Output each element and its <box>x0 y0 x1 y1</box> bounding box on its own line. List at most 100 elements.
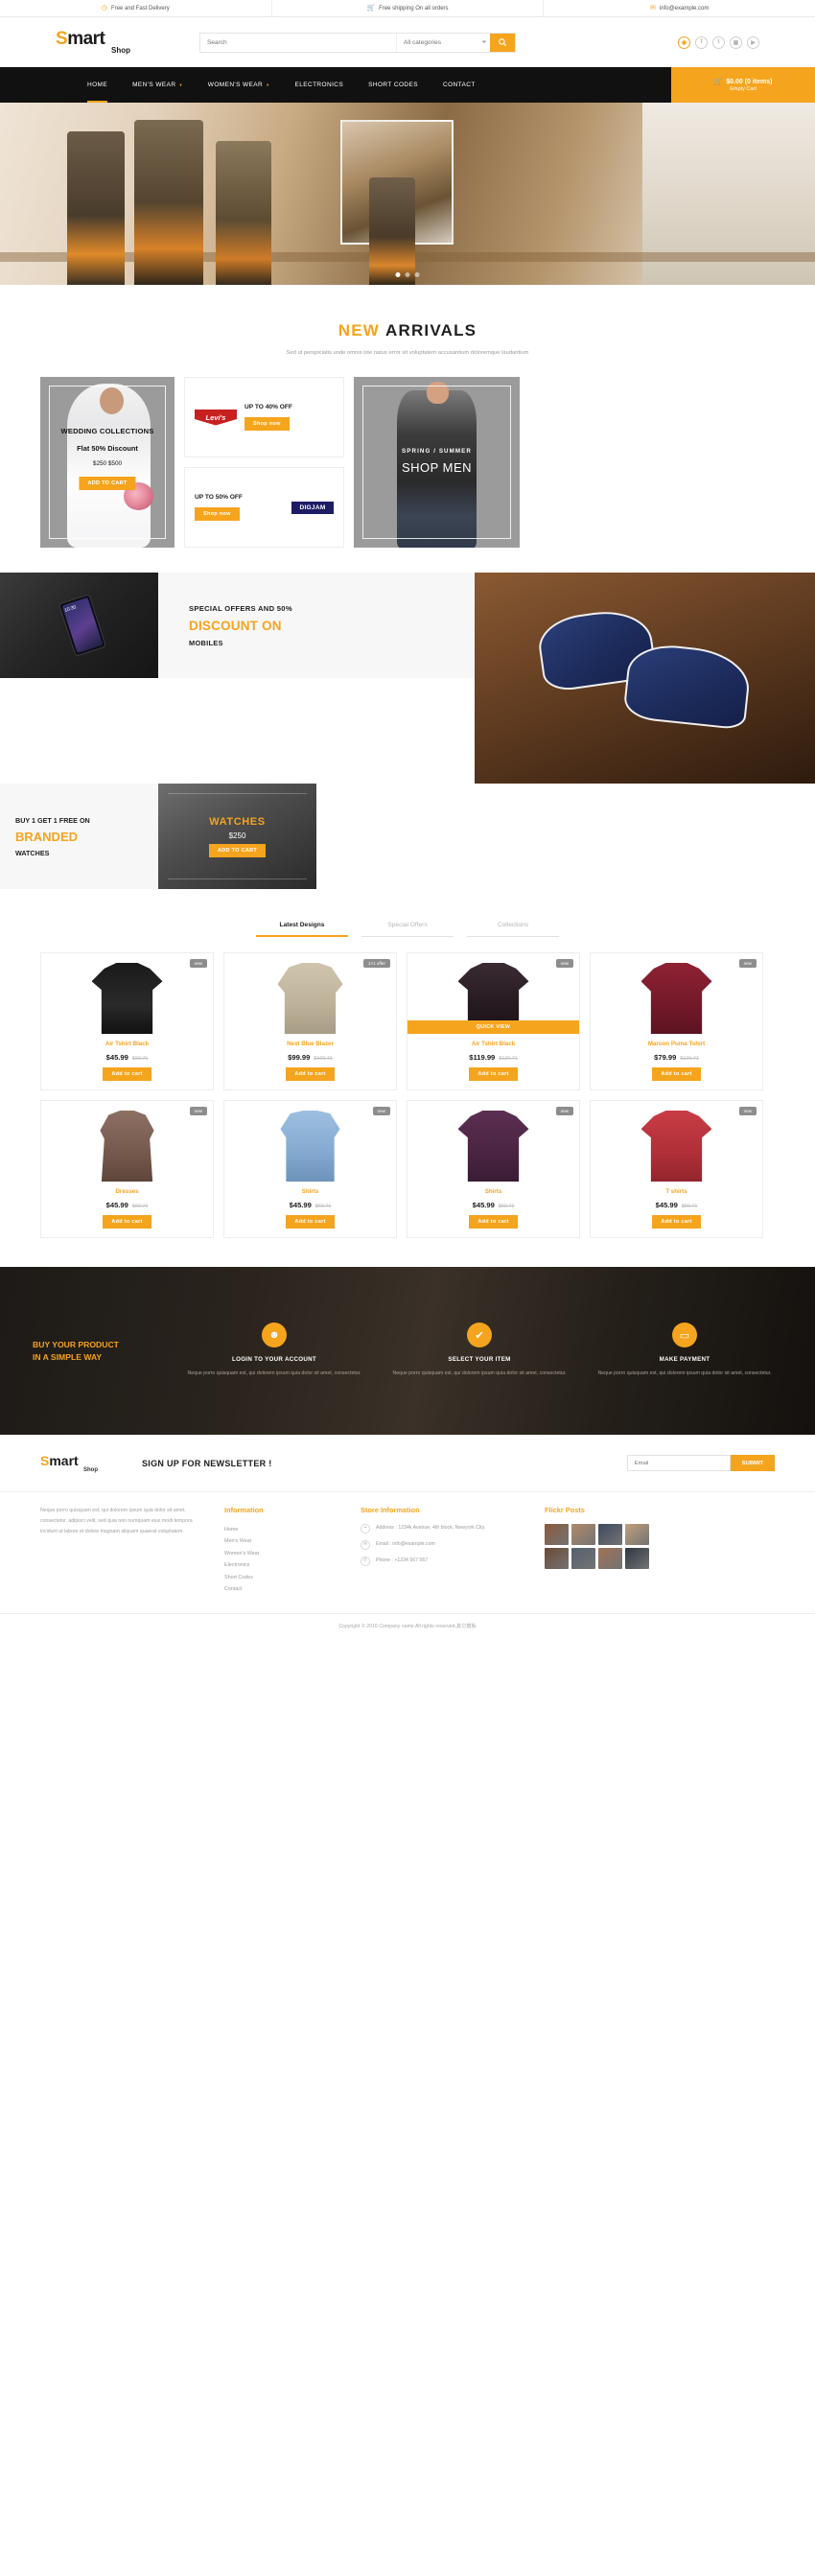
footer-link[interactable]: Men's Wear <box>224 1535 339 1547</box>
newsletter-submit-button[interactable]: SUBMIT <box>730 1455 775 1471</box>
tab-special-offers[interactable]: Special Offers <box>361 922 454 937</box>
branded-watches-offer-cell[interactable]: BUY 1 GET 1 FREE ON BRANDED WATCHES <box>0 784 158 889</box>
nav-item-womens-wear[interactable]: WOMEN'S WEAR ▼ <box>196 67 283 103</box>
flickr-thumbnail[interactable] <box>545 1548 569 1569</box>
product-old-price: $69.71 <box>681 1204 698 1209</box>
add-to-cart-button[interactable]: Add to cart <box>286 1067 335 1081</box>
user-icon[interactable]: ◉ <box>678 35 690 49</box>
flickr-thumbnail[interactable] <box>545 1524 569 1545</box>
product-card[interactable]: 1×1 offer Next Blue Blazer $99.99 $109.71 Ad… <box>223 952 397 1090</box>
nav-item-short-codes[interactable]: SHORT CODES <box>356 67 431 103</box>
newsletter-email-input[interactable] <box>626 1455 731 1471</box>
product-card[interactable]: new Air Tshirt Black $45.99 $69.71 Add to ca… <box>40 952 214 1090</box>
product-info: Dresses $45.99 $69.71 Add to cart <box>41 1182 213 1237</box>
hero-slider[interactable] <box>0 103 815 285</box>
topbar-delivery-label: Free and Fast Delivery <box>111 5 170 12</box>
add-to-cart-button[interactable]: Add to cart <box>286 1215 335 1229</box>
newsletter-bar: Smart Shop SIGN UP FOR NEWSLETTER ! SUBM… <box>0 1435 815 1492</box>
product-image: new <box>41 1101 213 1182</box>
product-thumbnail <box>457 1111 529 1182</box>
product-name[interactable]: Maroon Puma Tshirt <box>591 1041 762 1047</box>
nav-item-electronics[interactable]: ELECTRONICS <box>282 67 356 103</box>
footer-link[interactable]: Home <box>224 1524 339 1535</box>
product-price: $45.99 $69.71 <box>105 1053 149 1062</box>
search-button[interactable] <box>490 33 515 52</box>
add-to-cart-button[interactable]: Add to cart <box>469 1067 518 1081</box>
product-card[interactable]: new Dresses $45.99 $69.71 Add to cart <box>40 1100 214 1238</box>
footer-phone-text: Phone : +1234 567 567 <box>376 1557 429 1563</box>
tab-collections[interactable]: Collections <box>467 922 559 937</box>
product-old-price: $69.71 <box>131 1056 149 1062</box>
nav-item-mens-wear[interactable]: MEN'S WEAR ▼ <box>120 67 196 103</box>
facebook-icon[interactable]: f <box>695 35 708 49</box>
footer-link[interactable]: Women's Wear <box>224 1548 339 1559</box>
nav-label-womens-wear: WOMEN'S WEAR <box>207 82 264 88</box>
footer-flickr-heading: Flickr Posts <box>545 1506 585 1514</box>
add-to-cart-button[interactable]: Add to cart <box>652 1215 701 1229</box>
flickr-thumbnail[interactable] <box>598 1548 622 1569</box>
product-name[interactable]: Next Blue Blazer <box>224 1041 396 1047</box>
hero-dot[interactable] <box>414 272 420 277</box>
tab-latest-designs[interactable]: Latest Designs <box>256 922 348 937</box>
footer-link[interactable]: Contact <box>224 1583 339 1595</box>
hero-dot[interactable] <box>395 272 401 277</box>
promo-card-shop-men[interactable]: SPRING / SUMMER SHOP MEN <box>354 377 520 548</box>
services-heading: BUY YOUR PRODUCT IN A SIMPLE WAY <box>33 1339 176 1364</box>
product-card[interactable]: new Shirts $45.99 $69.71 Add to cart <box>223 1100 397 1238</box>
site-header: Smart Shop All categories ▾▾ ◉ f t ▣ ▶ <box>0 17 815 67</box>
shoe-image <box>622 641 753 731</box>
hero-slider-dots[interactable] <box>395 272 420 277</box>
promo-card-wedding[interactable]: WEDDING COLLECTIONS Flat 50% Discount $2… <box>40 377 175 548</box>
product-name[interactable]: Air Tshirt Black <box>408 1041 579 1047</box>
product-info: Maroon Puma Tshirt $79.99 $120.71 Add to ca… <box>591 1034 762 1089</box>
flickr-thumbnail[interactable] <box>625 1524 649 1545</box>
product-name[interactable]: T shirts <box>591 1188 762 1195</box>
levis-shop-now-button[interactable]: Shop now <box>244 417 290 432</box>
quick-view-button[interactable]: QUICK VIEW <box>408 1020 579 1034</box>
hero-mannequin <box>216 141 271 285</box>
flickr-thumbnail[interactable] <box>571 1548 595 1569</box>
product-card[interactable]: new Shirts $45.99 $69.71 Add to cart <box>407 1100 580 1238</box>
instagram-icon[interactable]: ▣ <box>730 35 742 49</box>
twitter-icon[interactable]: t <box>712 35 725 49</box>
digjam-shop-now-button[interactable]: Shop now <box>195 507 240 522</box>
watches-add-to-cart-button[interactable]: ADD TO CART <box>208 843 267 857</box>
nav-label-mens-wear: MEN'S WEAR <box>132 82 176 88</box>
add-to-cart-button[interactable]: Add to cart <box>469 1215 518 1229</box>
product-card[interactable]: new Maroon Puma Tshirt $79.99 $120.71 Add to… <box>590 952 763 1090</box>
product-image: new <box>591 1101 762 1182</box>
clock-icon: ◷ <box>101 5 108 12</box>
product-name[interactable]: Dresses <box>41 1188 213 1195</box>
watches-promo-cell[interactable]: WATCHES $250 ADD TO CART <box>158 784 316 889</box>
product-badge: new <box>555 1107 573 1115</box>
mobile-offer-cell[interactable]: SPECIAL OFFERS AND 50% DISCOUNT ON MOBIL… <box>158 573 475 678</box>
product-name[interactable]: Air Tshirt Black <box>41 1041 213 1047</box>
footer-link[interactable]: Short Codes <box>224 1572 339 1583</box>
add-to-cart-button[interactable]: Add to cart <box>652 1067 701 1081</box>
promo-card-levis[interactable]: Levi's UP TO 40% OFF Shop now <box>184 377 344 457</box>
search-category-select[interactable]: All categories ▾▾ <box>396 33 490 52</box>
flickr-thumbnail[interactable] <box>598 1524 622 1545</box>
cart-widget[interactable]: 🛒 $0.00 (0 items) Empty Cart <box>671 67 815 103</box>
flickr-thumbnail[interactable] <box>625 1548 649 1569</box>
newsletter-title: SIGN UP FOR NEWSLETTER ! <box>142 1458 272 1468</box>
product-name[interactable]: Shirts <box>224 1188 396 1195</box>
footer-link[interactable]: Electronics <box>224 1559 339 1571</box>
add-to-cart-button[interactable]: Add to cart <box>103 1215 151 1229</box>
add-to-cart-button[interactable]: Add to cart <box>103 1067 151 1081</box>
footer-logo[interactable]: Smart Shop <box>40 1454 98 1473</box>
footer-store-heading: Store Information <box>361 1506 420 1514</box>
product-name[interactable]: Shirts <box>408 1188 579 1195</box>
wedding-add-to-cart-button[interactable]: ADD TO CART <box>79 477 136 490</box>
product-card[interactable]: new T shirts $45.99 $69.71 Add to cart <box>590 1100 763 1238</box>
nav-item-home[interactable]: HOME <box>75 67 120 103</box>
offers-band: 10:30 SPECIAL OFFERS AND 50% DISCOUNT ON… <box>0 573 815 889</box>
product-card[interactable]: new QUICK VIEW Air Tshirt Black $119.99 $120… <box>407 952 580 1090</box>
promo-card-digjam[interactable]: DIGJAM UP TO 50% OFF Shop now <box>184 467 344 548</box>
hero-dot[interactable] <box>405 272 410 277</box>
site-logo[interactable]: Smart Shop <box>56 30 171 55</box>
flickr-thumbnail[interactable] <box>571 1524 595 1545</box>
youtube-icon[interactable]: ▶ <box>747 35 759 49</box>
search-input[interactable] <box>200 33 396 52</box>
nav-item-contact[interactable]: CONTACT <box>431 67 488 103</box>
